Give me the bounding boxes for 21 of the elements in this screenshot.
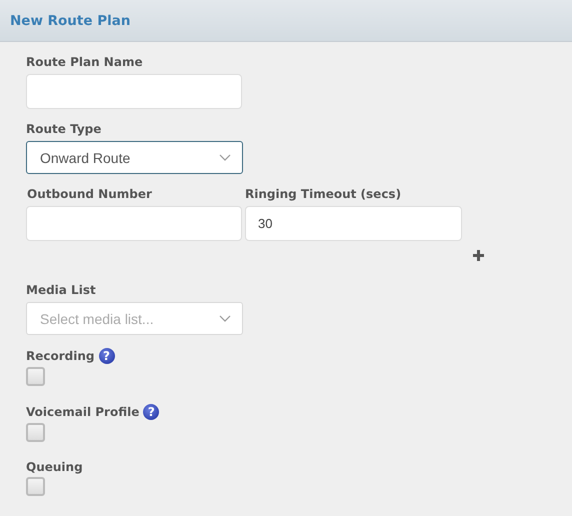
checkbox[interactable] — [26, 367, 45, 386]
field-label: Ringing Timeout (secs) — [245, 187, 402, 201]
dropdown[interactable]: Onward Route — [26, 141, 243, 174]
panel-title: New Route Plan — [10, 12, 130, 28]
field-label: Voicemail Profile — [26, 405, 140, 419]
input-field[interactable] — [26, 74, 242, 109]
checkbox[interactable] — [26, 423, 45, 442]
input-field[interactable]: 30 — [245, 206, 462, 241]
field-label: Recording — [26, 349, 94, 363]
field-label: Queuing — [26, 460, 83, 474]
field-label: Outbound Number — [27, 187, 153, 201]
plus-icon[interactable] — [473, 250, 484, 261]
input-field[interactable] — [26, 206, 242, 241]
field-label: Media List — [26, 283, 97, 297]
field-label: Route Plan Name — [26, 55, 144, 69]
help-icon[interactable]: ? — [143, 404, 160, 420]
chevron-down-icon — [219, 315, 231, 322]
field-label: Route Type — [26, 122, 102, 136]
chevron-down-icon — [219, 154, 231, 161]
help-icon[interactable]: ? — [98, 348, 114, 364]
checkbox[interactable] — [26, 477, 45, 496]
